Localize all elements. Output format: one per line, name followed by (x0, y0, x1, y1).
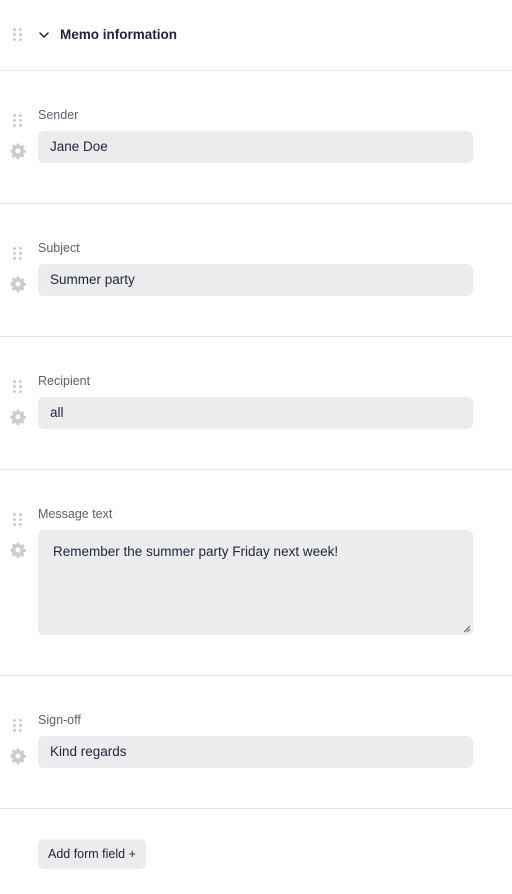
drag-handle-icon[interactable] (13, 719, 23, 733)
field-label-sender: Sender (38, 108, 79, 122)
gear-icon[interactable] (9, 747, 27, 765)
add-form-field-button[interactable]: Add form field + (38, 839, 146, 869)
form-field-message-text: Message text Remember the summer party F… (0, 470, 512, 676)
drag-handle-icon[interactable] (13, 28, 23, 42)
gear-icon[interactable] (9, 142, 27, 160)
recipient-input[interactable]: all (38, 397, 473, 429)
drag-handle-icon[interactable] (13, 114, 23, 128)
form-field-sign-off: Sign-off Kind regards (0, 676, 512, 809)
subject-input[interactable]: Summer party (38, 264, 473, 296)
sender-input[interactable]: Jane Doe (38, 131, 473, 163)
section-header[interactable]: Memo information (0, 0, 512, 71)
section-title: Memo information (60, 27, 177, 42)
form-field-recipient: Recipient all (0, 337, 512, 470)
form-field-sender: Sender Jane Doe (0, 71, 512, 204)
field-label-recipient: Recipient (38, 374, 91, 388)
gear-icon[interactable] (9, 275, 27, 293)
message-text-area[interactable]: Remember the summer party Friday next we… (38, 530, 473, 635)
drag-handle-icon[interactable] (13, 513, 23, 527)
sign-off-input[interactable]: Kind regards (38, 736, 473, 768)
drag-handle-icon[interactable] (13, 380, 23, 394)
field-label-subject: Subject (38, 241, 80, 255)
resize-handle-icon[interactable] (463, 625, 471, 633)
form-field-subject: Subject Summer party (0, 204, 512, 337)
chevron-down-icon[interactable] (37, 28, 51, 42)
message-text-value: Remember the summer party Friday next we… (53, 544, 339, 559)
field-label-message-text: Message text (38, 507, 113, 521)
field-label-sign-off: Sign-off (38, 713, 81, 727)
drag-handle-icon[interactable] (13, 247, 23, 261)
gear-icon[interactable] (9, 541, 27, 559)
gear-icon[interactable] (9, 408, 27, 426)
